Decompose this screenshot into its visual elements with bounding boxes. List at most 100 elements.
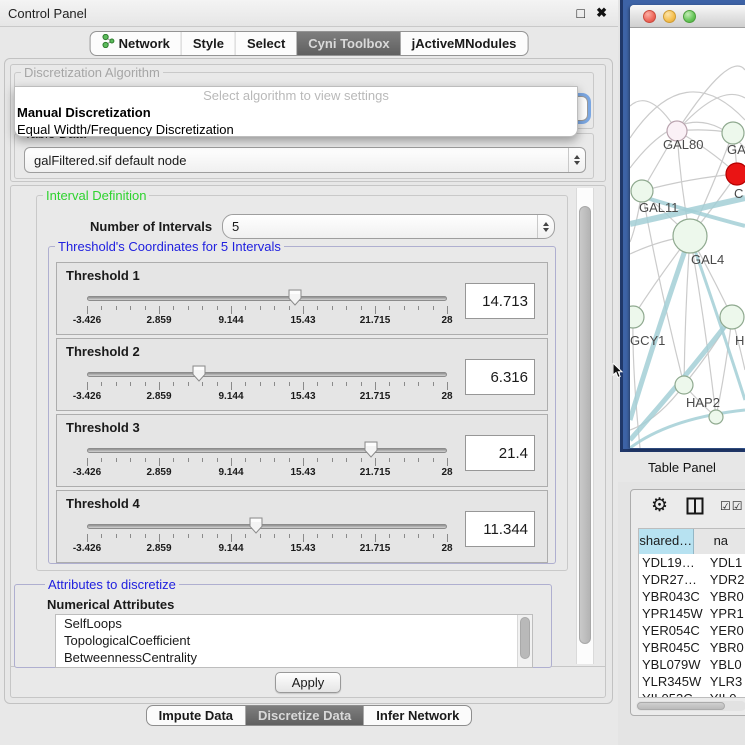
cell-shared-name[interactable]: YBL079W [639, 656, 707, 673]
cell-name[interactable]: YDR2 [707, 571, 745, 588]
node-table-header: shared… na [639, 529, 745, 554]
tick-label: -3.426 [73, 391, 101, 402]
tab-jactivemnodules[interactable]: jActiveMNodules [401, 32, 528, 55]
cell-shared-name[interactable]: YBR045C [639, 639, 707, 656]
cell-shared-name[interactable]: YDR27… [639, 571, 707, 588]
numerical-attributes-list: SelfLoopsTopologicalCoefficientBetweenne… [55, 614, 533, 668]
table-row[interactable]: YPR145WYPR1 [639, 605, 745, 622]
settings-scrollbar-thumb[interactable] [579, 206, 591, 644]
threshold-value-field[interactable]: 11.344 [465, 511, 535, 547]
cell-name[interactable]: YLR3 [707, 673, 745, 690]
threshold-value-field[interactable]: 21.4 [465, 435, 535, 471]
cell-name[interactable]: YER0 [707, 622, 745, 639]
table-row[interactable]: YDL19…YDL1 [639, 554, 745, 571]
minimize-traffic-light[interactable] [663, 10, 676, 23]
threshold-slider-thumb[interactable] [191, 365, 206, 382]
tick-label: 28 [441, 467, 452, 478]
network-node-c[interactable] [726, 163, 745, 185]
gear-icon[interactable]: ⚙ [651, 494, 668, 517]
table-panel-titlebar: Table Panel [618, 452, 745, 482]
settings-vertical-scrollbar[interactable] [576, 188, 594, 664]
threshold-slider-thumb[interactable] [363, 441, 378, 458]
cell-shared-name[interactable]: YBR043C [639, 588, 707, 605]
network-edge[interactable] [642, 174, 737, 191]
tab-select[interactable]: Select [235, 32, 296, 55]
threshold-slider-thumb[interactable] [249, 517, 264, 534]
table-row[interactable]: YLR345WYLR3 [639, 673, 745, 690]
network-node-ga[interactable] [722, 122, 744, 144]
column-header-name[interactable]: na [694, 529, 745, 554]
network-window-titlebar[interactable] [630, 5, 745, 28]
threshold-value-field[interactable]: 14.713 [465, 283, 535, 319]
tab-discretize-data[interactable]: Discretize Data [245, 706, 363, 725]
zoom-traffic-light[interactable] [683, 10, 696, 23]
algorithm-option-manual[interactable]: Manual Discretization [15, 104, 577, 121]
close-window-icon[interactable]: ✖ [596, 5, 607, 21]
column-header-shared-name[interactable]: shared… [639, 529, 694, 554]
tick-label: 15.43 [290, 315, 315, 326]
tick-label: 9.144 [218, 391, 243, 402]
tab-impute-data[interactable]: Impute Data [147, 706, 245, 725]
float-window-icon[interactable]: □ [577, 5, 585, 21]
slider-tick-labels: -3.4262.8599.14415.4321.71528 [87, 467, 447, 479]
close-traffic-light[interactable] [643, 10, 656, 23]
cell-name[interactable]: YBR0 [707, 639, 745, 656]
table-row[interactable]: YIL052CYIL0 [639, 690, 745, 698]
cell-shared-name[interactable]: YER054C [639, 622, 707, 639]
network-node-gal4[interactable] [673, 219, 707, 253]
network-canvas[interactable]: GAL80GACGAL11GAL4GCY1HHAP2 [630, 28, 745, 448]
threshold-slider-thumb[interactable] [287, 289, 302, 306]
split-panel-icon[interactable] [686, 497, 704, 518]
number-of-intervals-combobox[interactable]: 5 [222, 214, 555, 239]
network-node-label: H [735, 333, 744, 348]
cell-shared-name[interactable]: YIL052C [639, 690, 707, 698]
cell-name[interactable]: YDL1 [707, 554, 745, 571]
network-edge[interactable] [677, 66, 745, 131]
tick-label: 2.859 [146, 391, 171, 402]
attributes-scrollbar-thumb[interactable] [520, 617, 530, 659]
tab-infer-network[interactable]: Infer Network [363, 706, 471, 725]
threshold-panel: Threshold 3-3.4262.8599.14415.4321.71528… [56, 414, 548, 487]
cell-shared-name[interactable]: YPR145W [639, 605, 707, 622]
attributes-scrollbar[interactable] [517, 615, 532, 667]
numerical-attributes-label: Numerical Attributes [47, 597, 174, 612]
control-panel-tabbar: Network Style Select Cyni Toolbox jActiv… [90, 31, 529, 56]
apply-button[interactable]: Apply [275, 672, 341, 693]
table-row[interactable]: YBL079WYBL0 [639, 656, 745, 673]
network-node-h[interactable] [720, 305, 744, 329]
network-node-gal11[interactable] [631, 180, 653, 202]
cell-name[interactable]: YBL0 [707, 656, 745, 673]
network-node-gcy1[interactable] [630, 306, 644, 328]
algorithm-option-equal-width[interactable]: Equal Width/Frequency Discretization [15, 121, 577, 137]
threshold-slider-track[interactable] [87, 524, 447, 529]
table-data-combobox-stepper[interactable] [568, 148, 585, 172]
network-node-hap2[interactable] [675, 376, 693, 394]
table-hscrollbar-thumb[interactable] [637, 702, 725, 710]
tab-network[interactable]: Network [91, 32, 181, 55]
threshold-slider-track[interactable] [87, 296, 447, 301]
table-row[interactable]: YDR27…YDR2 [639, 571, 745, 588]
table-row[interactable]: YER054CYER0 [639, 622, 745, 639]
network-edge-highlighted[interactable] [630, 410, 745, 448]
table-horizontal-scrollbar[interactable] [636, 701, 745, 711]
cell-shared-name[interactable]: YLR345W [639, 673, 707, 690]
attribute-item[interactable]: BetweennessCentrality [56, 649, 532, 666]
attribute-item[interactable]: TopologicalCoefficient [56, 632, 532, 649]
threshold-slider-track[interactable] [87, 448, 447, 453]
network-node[interactable] [709, 410, 723, 424]
threshold-slider-track[interactable] [87, 372, 447, 377]
cell-name[interactable]: YIL0 [707, 690, 745, 698]
cell-name[interactable]: YBR0 [707, 588, 745, 605]
tab-style[interactable]: Style [181, 32, 235, 55]
table-data-combobox[interactable]: galFiltered.sif default node [24, 147, 586, 173]
cell-name[interactable]: YPR1 [707, 605, 745, 622]
cell-shared-name[interactable]: YDL19… [639, 554, 707, 571]
attribute-item[interactable]: SelfLoops [56, 615, 532, 632]
checkbox-columns-icon[interactable]: ☑☑ [720, 499, 744, 513]
tab-cyni-toolbox[interactable]: Cyni Toolbox [296, 32, 400, 55]
table-row[interactable]: YBR043CYBR0 [639, 588, 745, 605]
threshold-value-field[interactable]: 6.316 [465, 359, 535, 395]
table-row[interactable]: YBR045CYBR0 [639, 639, 745, 656]
number-of-intervals-stepper[interactable] [537, 215, 554, 238]
tick-label: 15.43 [290, 543, 315, 554]
